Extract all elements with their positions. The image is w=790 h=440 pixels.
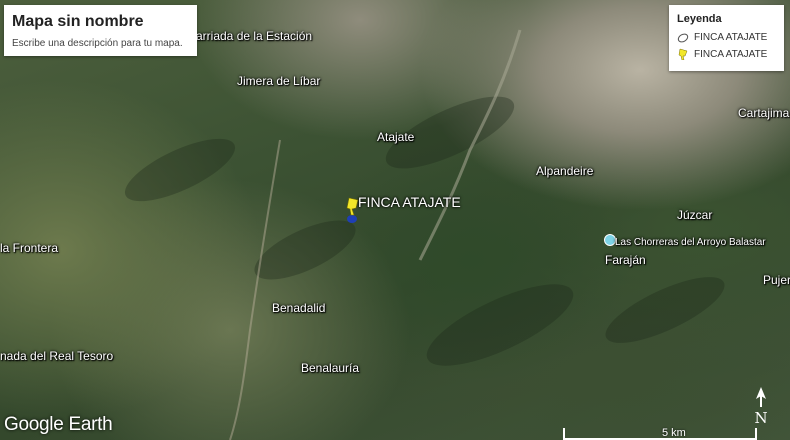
place-label[interactable]: Atajate	[377, 130, 414, 144]
legend-item-label: FINCA ATAJATE	[694, 48, 768, 60]
legend-panel: Leyenda FINCA ATAJATE FINCA ATAJATE	[669, 5, 784, 71]
place-label[interactable]: Pujer	[763, 273, 790, 287]
place-label[interactable]: Faraján	[605, 253, 646, 267]
legend-item-label: FINCA ATAJATE	[694, 32, 768, 43]
north-label: N	[754, 409, 767, 427]
place-label[interactable]: la Frontera	[0, 241, 58, 255]
place-label[interactable]: nada del Real Tesoro	[0, 349, 113, 363]
map-title[interactable]: Mapa sin nombre	[12, 13, 144, 31]
place-label[interactable]: Barriada de la Estación	[188, 29, 312, 43]
map-title-panel[interactable]: Mapa sin nombre Escribe una descripción …	[4, 5, 197, 56]
legend-item[interactable]: FINCA ATAJATE	[677, 48, 767, 60]
north-arrow-icon[interactable]: N	[752, 385, 770, 430]
place-label[interactable]: Las Chorreras del Arroyo Balastar	[615, 237, 766, 248]
google-earth-logo: Google Earth	[4, 414, 113, 435]
map-description[interactable]: Escribe una descripción para tu mapa.	[12, 38, 183, 49]
satellite-map[interactable]: Barriada de la Estación Jimera de Líbar …	[0, 0, 790, 440]
place-label[interactable]: Benadalid	[272, 301, 325, 315]
pushpin-icon	[678, 48, 688, 60]
polygon-outline-icon	[677, 33, 689, 42]
place-label[interactable]: Cartajima	[738, 106, 789, 120]
place-label[interactable]: Benalauría	[301, 361, 359, 375]
scale-label: 5 km	[662, 427, 686, 439]
legend-item[interactable]: FINCA ATAJATE	[677, 32, 767, 43]
place-label[interactable]: Júzcar	[677, 208, 712, 222]
place-label[interactable]: Jimera de Líbar	[237, 74, 320, 88]
place-label[interactable]: Alpandeire	[536, 164, 593, 178]
legend-heading: Leyenda	[677, 13, 722, 25]
pin-label[interactable]: FINCA ATAJATE	[358, 194, 461, 210]
